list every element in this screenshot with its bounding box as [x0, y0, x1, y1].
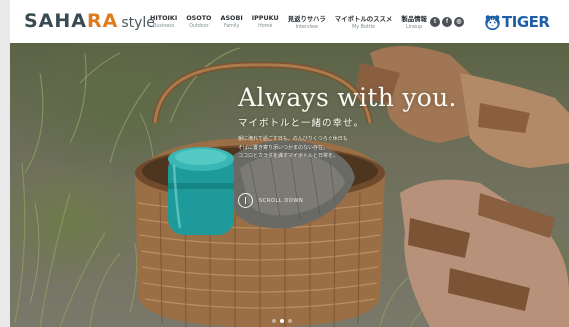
hero-subheadline: マイボトルと一緒の幸せ。 [238, 118, 365, 129]
nav-item-subtitle: Lineup [406, 25, 423, 30]
social-links: t f ◎ [430, 17, 466, 27]
scroll-down-label: SCROLL DOWN [259, 197, 304, 204]
tiger-logo[interactable]: TIGER [484, 13, 550, 31]
nav-item-subtitle: Outdoor [189, 24, 209, 29]
tiger-head-icon [485, 14, 500, 30]
nav-item-hitoiki[interactable]: HITOIKI Business [150, 14, 177, 30]
instagram-icon[interactable]: ◎ [454, 17, 464, 27]
page-frame: SAHARA style HITOIKI Business OSOTO Outd… [10, 0, 569, 327]
slide-dot-3[interactable] [288, 319, 292, 323]
nav-item-subtitle: Interview [295, 25, 318, 30]
hero-headline: Always with you. [238, 83, 457, 112]
nav-item-title: 製品情報 [401, 15, 427, 23]
lead-line: 朝に淹れて過ごす日も、のんびりくつろぐ休日も [238, 136, 348, 142]
nav-item-ippuku[interactable]: IPPUKU Home [252, 14, 279, 30]
nav-item-title: マイボトルのススメ [334, 15, 393, 23]
logo-wordmark: SAHARA [24, 10, 119, 32]
slide-dot-1[interactable] [272, 319, 276, 323]
nav-item-title: OSOTO [186, 14, 212, 22]
hero-slider: Always with you. マイボトルと一緒の幸せ。 朝に淹れて過ごす日も… [10, 43, 569, 327]
main-nav: HITOIKI Business OSOTO Outdoor ASOBI Fam… [150, 14, 436, 30]
nav-item-my-bottle[interactable]: マイボトルのススメ My Bottle [335, 14, 393, 30]
slider-pagination [272, 319, 296, 323]
nav-item-subtitle: Family [223, 24, 240, 29]
hero-lead-text: 朝に淹れて過ごす日も、のんびりくつろぐ休日も そばに置き寄り添いつかまのない存在… [238, 135, 383, 161]
nav-item-subtitle: Home [258, 24, 273, 29]
slide-dot-2[interactable] [280, 319, 284, 323]
tiger-wordmark: TIGER [502, 13, 550, 31]
sahara-style-logo[interactable]: SAHARA style [24, 10, 155, 32]
lead-line: ココロとカラダを満すマイボトルと日常を。 [238, 153, 339, 160]
nav-item-title: HITOIKI [150, 14, 178, 22]
nav-item-title: 見返りサハラ [287, 15, 326, 23]
site-header: SAHARA style HITOIKI Business OSOTO Outd… [10, 0, 569, 43]
nav-item-title: ASOBI [220, 14, 243, 22]
nav-item-title: IPPUKU [251, 14, 279, 22]
nav-item-asobi[interactable]: ASOBI Family [221, 14, 243, 30]
nav-item-subtitle: Business [153, 24, 175, 29]
nav-item-lineup[interactable]: 製品情報 Lineup [401, 14, 427, 30]
nav-item-interview[interactable]: 見返りサハラ Interview [288, 14, 326, 30]
nav-item-subtitle: My Bottle [352, 25, 375, 30]
lead-line: そばに置き寄り添いつかまのない存在。 [238, 144, 329, 151]
facebook-icon[interactable]: f [442, 17, 452, 27]
twitter-icon[interactable]: t [430, 17, 440, 27]
nav-item-osoto[interactable]: OSOTO Outdoor [186, 14, 211, 30]
scroll-down-icon [238, 193, 253, 208]
scroll-down-button[interactable]: SCROLL DOWN [238, 193, 303, 208]
